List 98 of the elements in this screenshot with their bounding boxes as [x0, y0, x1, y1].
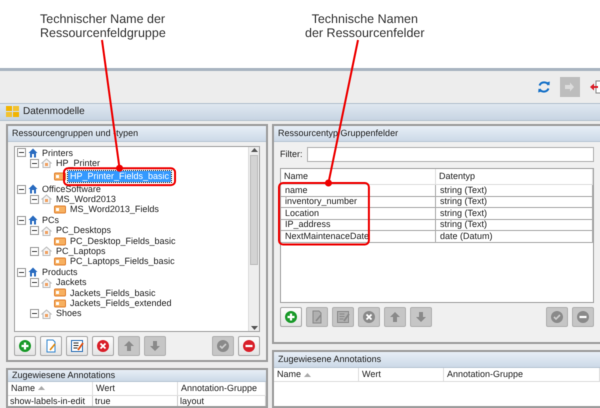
house-icon [28, 215, 38, 226]
tree-item[interactable]: HP_Printer [54, 158, 102, 169]
scroll-down-icon[interactable] [250, 325, 258, 331]
house-icon [28, 267, 38, 278]
panel-header: Zugewiesene Annotations [8, 370, 266, 382]
tree-item[interactable]: PC_Laptops_Fields_basic [68, 256, 177, 268]
minus-icon [242, 339, 256, 353]
tree-item[interactable]: Shoes [54, 308, 84, 320]
field-tag-icon [54, 236, 66, 246]
filter-label: Filter: [280, 149, 302, 160]
document-pencil-icon [44, 339, 58, 353]
house-outline-icon [41, 308, 52, 319]
delete-icon [362, 310, 376, 324]
table-cell: NextMaintenaceDate [281, 231, 436, 242]
down-arrow-icon [414, 310, 428, 324]
tree-item[interactable]: Jackets_Fields_basic [68, 288, 158, 298]
table-cell: string (Text) [436, 220, 593, 231]
tree-item[interactable]: Products [40, 266, 80, 278]
tree-item[interactable]: OfficeSoftware [40, 184, 103, 194]
collapse-icon[interactable] [30, 158, 39, 168]
delete-button[interactable] [92, 336, 114, 356]
column-header[interactable]: Name [8, 382, 93, 396]
collapse-icon[interactable] [17, 184, 26, 194]
table-cell: name [281, 185, 436, 196]
delete-icon [96, 339, 110, 353]
tree-item[interactable]: MS_Word2013 [54, 194, 118, 205]
house-outline-icon [41, 226, 52, 236]
sort-icon [38, 386, 46, 390]
tree-item[interactable]: PC_Desktop_Fields_basic [68, 236, 178, 246]
notepad-pencil-button[interactable] [66, 336, 88, 356]
field-tag-icon [54, 288, 66, 298]
house-outline-icon [41, 194, 52, 204]
scrollbar[interactable] [248, 146, 259, 331]
panel-header: Zugewiesene Annotations [274, 352, 600, 368]
check-icon [550, 310, 564, 324]
minus-icon [576, 310, 590, 324]
callout-text: Technische Namen der Ressourcenfelder [305, 12, 425, 40]
collapse-icon[interactable] [30, 194, 39, 204]
tree-item[interactable]: PC_Laptops [54, 246, 108, 257]
table-cell: layout [178, 396, 266, 406]
plus-icon [18, 339, 32, 353]
plus-button[interactable] [14, 336, 36, 356]
panel-header: Ressourcentyp Gruppenfelder [274, 126, 600, 142]
minus-button[interactable] [238, 336, 260, 356]
tree-item[interactable]: PC_Desktops [54, 225, 114, 236]
table-cell: Location [281, 208, 436, 220]
tree-item[interactable]: Printers [40, 148, 76, 158]
tree-item[interactable]: Jackets_Fields_extended [68, 298, 174, 309]
callout-text: Technischer Name der Ressourcenfeldgruppe [40, 12, 166, 40]
tree-item[interactable]: PCs [40, 214, 62, 226]
column-header[interactable]: Wert [93, 382, 178, 396]
collapse-icon[interactable] [17, 216, 26, 225]
table-cell: string (Text) [436, 185, 593, 196]
table-cell: string (Text) [436, 196, 593, 208]
house-icon [28, 184, 38, 194]
filter-field[interactable] [306, 147, 594, 162]
collapse-icon[interactable] [30, 278, 39, 288]
notepad-pencil-icon [336, 310, 350, 324]
house-outline-icon [41, 278, 52, 288]
column-header[interactable]: Annotation-Gruppe [444, 368, 600, 382]
collapse-icon[interactable] [30, 309, 39, 318]
house-outline-icon [41, 246, 52, 256]
sort-icon [304, 372, 312, 376]
collapse-icon[interactable] [30, 226, 39, 236]
arrow-icon [563, 80, 577, 94]
up-arrow-icon [388, 310, 402, 324]
tree-item[interactable]: MS_Word2013_Fields [68, 204, 161, 216]
table-cell: date (Datum) [436, 231, 593, 242]
column-header[interactable]: Wert [359, 368, 444, 382]
tree-item[interactable]: Jackets [54, 277, 89, 288]
table-cell: inventory_number [281, 196, 436, 208]
check-icon [216, 339, 230, 353]
field-tag-icon [54, 298, 66, 308]
plus-button[interactable] [280, 307, 302, 327]
collapse-icon[interactable] [17, 148, 26, 158]
column-header[interactable]: Name [281, 169, 436, 185]
table-cell: show-labels-in-edit [8, 396, 93, 406]
app-logo-icon [6, 106, 20, 118]
field-tag-icon [54, 205, 66, 214]
down-arrow-icon [148, 339, 162, 353]
column-header[interactable]: Name [274, 368, 359, 382]
up-arrow-icon [122, 339, 136, 353]
table-cell: string (Text) [436, 208, 593, 220]
document-pencil-icon [310, 310, 324, 324]
table-cell: IP_address [281, 220, 436, 231]
table-cell: true [93, 396, 178, 406]
window-title: Datenmodelle [23, 106, 85, 118]
column-header[interactable]: Datentyp [436, 169, 593, 185]
column-header[interactable]: Annotation-Gruppe [178, 382, 266, 396]
plus-icon [284, 310, 298, 324]
refresh-icon [537, 80, 551, 94]
exit-icon [589, 80, 600, 94]
collapse-icon[interactable] [30, 246, 39, 256]
field-tag-icon [54, 257, 66, 266]
collapse-icon[interactable] [17, 268, 26, 277]
house-outline-icon [41, 158, 52, 168]
document-pencil-button[interactable] [40, 336, 62, 356]
notepad-pencil-icon [70, 339, 84, 353]
